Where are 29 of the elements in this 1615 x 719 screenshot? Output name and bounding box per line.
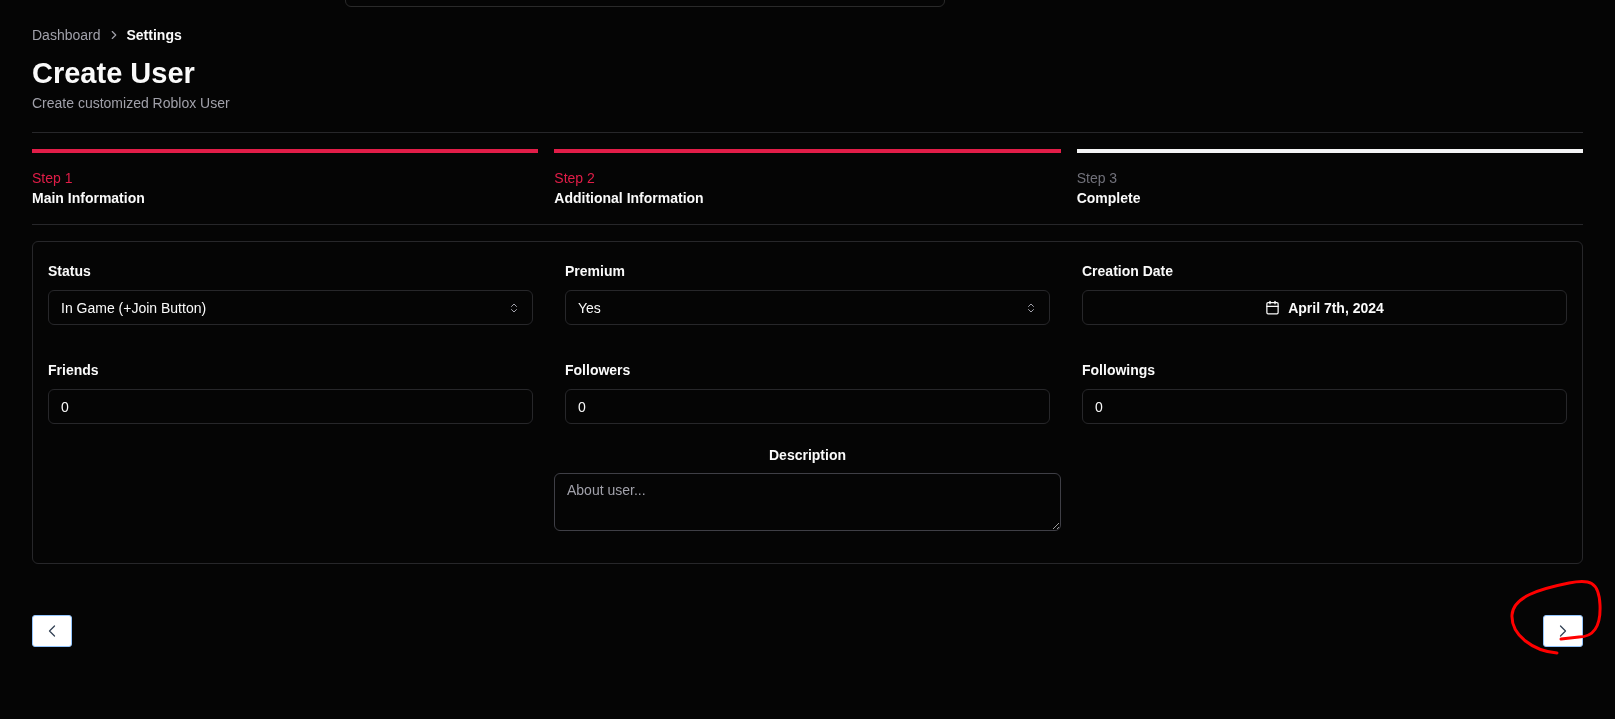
breadcrumb-link[interactable]: Settings	[126, 27, 182, 43]
chevrons-icon	[1025, 301, 1037, 314]
input-field[interactable]: 0	[565, 389, 1050, 424]
date-picker-button[interactable]: April 7th, 2024	[1082, 290, 1567, 325]
description-field[interactable]: About user...	[554, 473, 1061, 531]
field-label: Status	[48, 262, 92, 280]
page-title: Create User	[32, 56, 196, 90]
select-field[interactable]: In Game (+Join Button)	[48, 290, 533, 325]
chevrons-icon	[508, 301, 520, 314]
page-subtitle: Create customized Roblox User	[32, 95, 231, 111]
step-number: Step 3	[1076, 169, 1119, 188]
back-button[interactable]	[32, 615, 72, 647]
next-button[interactable]	[1543, 615, 1583, 647]
field-label: Followings	[1082, 361, 1157, 379]
input-field[interactable]: 0	[1082, 389, 1567, 424]
field-label: Creation Date	[1082, 262, 1175, 280]
step-number: Step 2	[554, 169, 596, 188]
field-label: Friends	[48, 361, 100, 379]
breadcrumb-link[interactable]: Dashboard	[32, 27, 101, 43]
select-field[interactable]: Yes	[565, 290, 1050, 325]
step-title: Complete	[1076, 189, 1142, 208]
step-number: Step 1	[32, 169, 74, 188]
field-label: Description	[769, 446, 846, 464]
field-label: Followers	[565, 361, 632, 379]
step-title: Additional Information	[554, 189, 705, 208]
field-label: Premium	[565, 262, 626, 280]
step-title: Main Information	[32, 189, 146, 208]
input-field[interactable]: 0	[48, 389, 533, 424]
calendar-icon	[1265, 300, 1281, 315]
